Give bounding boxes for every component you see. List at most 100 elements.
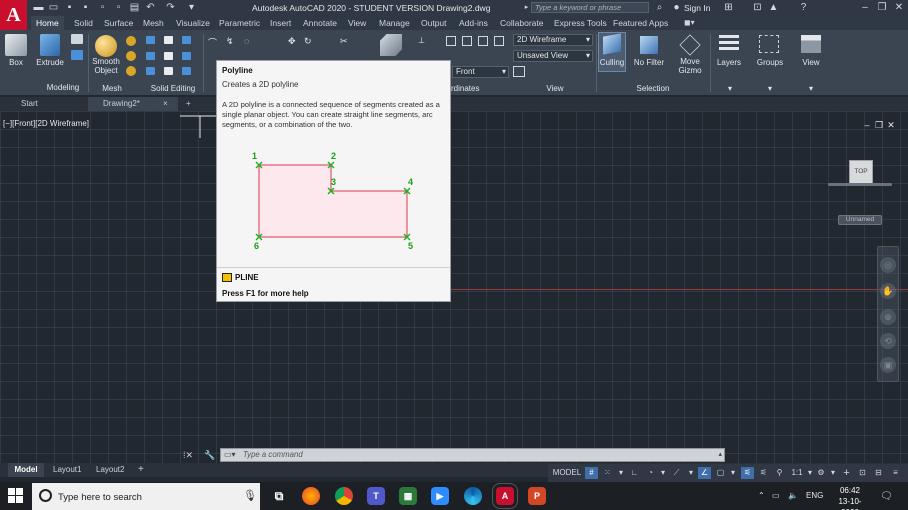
tab-insert[interactable]: Insert — [270, 16, 291, 30]
web-open-icon[interactable]: ▫ — [97, 2, 108, 13]
tab-manage[interactable]: Manage — [379, 16, 410, 30]
view-icon[interactable] — [801, 35, 821, 53]
sign-in-button[interactable]: Sign In — [684, 3, 710, 13]
ucs-icon[interactable]: ⊥ — [418, 36, 432, 46]
tab-layout1[interactable]: Layout1 — [53, 463, 81, 477]
add-layout-icon[interactable]: + — [138, 463, 144, 477]
groups-icon[interactable] — [759, 35, 779, 53]
powerpoint-icon[interactable]: P — [528, 487, 546, 505]
user-icon[interactable]: ● — [671, 2, 682, 13]
move-gizmo-label[interactable]: Move Gizmo — [672, 57, 708, 75]
plot-icon[interactable]: ▤ — [129, 2, 140, 13]
close-button[interactable]: ✕ — [892, 1, 906, 14]
annotation-monitor-icon[interactable]: + — [840, 467, 853, 479]
polar-tracking-icon[interactable]: ◔ — [644, 467, 657, 479]
windows-start-icon[interactable] — [8, 488, 24, 504]
command-history-icon[interactable]: ▭▾ — [224, 450, 236, 459]
tab-mesh[interactable]: Mesh — [143, 16, 164, 30]
show-hidden-icons-icon[interactable]: ⌃ — [758, 491, 765, 500]
taskbar-search-input[interactable]: Type here to search — [58, 492, 142, 503]
line-icon[interactable]: ⌒ — [208, 36, 222, 48]
layers-label[interactable]: Layers — [714, 58, 744, 67]
notification-center-icon[interactable]: 🗨 — [880, 491, 893, 502]
workspace-gear-icon[interactable]: ⚙ — [814, 467, 828, 479]
command-scroll-icon[interactable]: ▴ — [718, 450, 722, 458]
isodraft-dropdown-icon[interactable]: ▾ — [687, 467, 695, 479]
snap-icon[interactable]: ⁙ — [601, 467, 614, 479]
intersect-icon[interactable] — [182, 36, 191, 44]
panel-modeling[interactable]: Modeling — [34, 83, 92, 92]
edge-icon[interactable] — [464, 487, 482, 505]
presspull-icon[interactable] — [71, 50, 83, 60]
chrome-icon[interactable] — [335, 487, 353, 505]
viewport-minimize-icon[interactable]: – — [862, 120, 872, 130]
extrude-button-label[interactable]: Extrude — [34, 58, 66, 67]
tab-parametric[interactable]: Parametric — [219, 16, 260, 30]
mesh-refine-icon[interactable] — [126, 66, 136, 76]
ortho-icon[interactable]: ∟ — [628, 467, 641, 479]
command-input[interactable]: Type a command — [243, 449, 713, 461]
visual-style-dropdown[interactable]: 2D Wireframe ▾ — [513, 34, 593, 46]
auto-scale-icon[interactable]: ⚟ — [757, 467, 770, 479]
quick-properties-icon[interactable]: ⊟ — [872, 467, 885, 479]
tab-add-ins[interactable]: Add-ins — [459, 16, 488, 30]
tab-solid[interactable]: Solid — [74, 16, 93, 30]
command-line-grip-icon[interactable]: ⁞✕ — [183, 449, 193, 461]
viewcube[interactable]: TOP — [849, 160, 873, 184]
customization-menu-icon[interactable]: ≡ — [889, 467, 902, 479]
shell-icon[interactable] — [182, 67, 191, 75]
thicken-icon[interactable] — [182, 52, 191, 60]
teams-icon[interactable]: T — [367, 487, 385, 505]
customize-quick-access-icon[interactable]: ▾ — [186, 2, 197, 13]
volume-icon[interactable]: 🔈 — [788, 491, 798, 500]
slice-icon[interactable] — [164, 52, 173, 60]
circle-icon[interactable]: ◌ — [244, 36, 258, 46]
new-file-icon[interactable]: ▬ — [33, 2, 44, 13]
new-tab-icon[interactable]: + — [186, 97, 191, 111]
panel-mesh[interactable]: Mesh — [96, 83, 128, 94]
command-line[interactable]: ▭▾ Type a command ▴ — [220, 448, 725, 462]
excel-like-icon[interactable]: ▦ — [399, 487, 417, 505]
mesh-smooth-more-icon[interactable] — [126, 36, 136, 46]
ucs-world-icon[interactable] — [446, 36, 456, 46]
box-button-label[interactable]: Box — [2, 58, 30, 67]
union-icon[interactable] — [146, 36, 155, 44]
tab-surface[interactable]: Surface — [104, 16, 133, 30]
mesh-smooth-less-icon[interactable] — [126, 51, 136, 61]
ucs-menu-badge[interactable]: Unnamed — [838, 215, 882, 225]
panel-view[interactable]: View — [540, 83, 570, 94]
taskbar-search-box[interactable]: Type here to search 🎙 — [32, 483, 260, 510]
cart-icon[interactable]: ⊡ — [752, 2, 763, 13]
ribbon-minimize-icon[interactable]: ◼▾ — [684, 16, 695, 30]
tab-layout2[interactable]: Layout2 — [96, 463, 124, 477]
undo-icon[interactable]: ↶ — [145, 2, 156, 13]
viewport-close-icon[interactable]: ✕ — [886, 120, 896, 130]
object-snap-icon[interactable]: ▢ — [714, 467, 727, 479]
smooth-object-icon[interactable] — [95, 35, 117, 57]
steering-wheel-icon[interactable]: ◎ — [880, 257, 896, 273]
autocad-taskbar-icon[interactable]: A — [492, 483, 518, 509]
units-icon[interactable]: ⊡ — [856, 467, 869, 479]
groups-expand-icon[interactable]: ▾ — [765, 83, 775, 94]
web-save-icon[interactable]: ▫ — [113, 2, 124, 13]
pan-icon[interactable]: ✋ — [880, 283, 896, 299]
tab-view[interactable]: View — [348, 16, 366, 30]
minimize-button[interactable]: – — [858, 1, 872, 14]
save-as-icon[interactable]: ▪ — [80, 2, 91, 13]
no-filter-label[interactable]: No Filter — [630, 58, 668, 67]
polysolid-icon[interactable] — [71, 34, 83, 44]
box-icon[interactable] — [5, 34, 27, 56]
help-search-input[interactable]: Type a keyword or phrase — [531, 2, 649, 13]
tab-express-tools[interactable]: Express Tools — [554, 16, 607, 30]
panel-coordinates[interactable]: rdinates — [451, 83, 491, 94]
drawing-canvas[interactable] — [0, 111, 908, 463]
snap-dropdown-icon[interactable]: ▾ — [617, 467, 625, 479]
microphone-icon[interactable]: 🎙 — [243, 489, 257, 502]
redo-icon[interactable]: ↷ — [165, 2, 176, 13]
panel-selection[interactable]: Selection — [630, 83, 676, 94]
tab-home[interactable]: Home — [31, 16, 64, 30]
layers-expand-icon[interactable]: ▾ — [725, 83, 735, 94]
zoom-icon[interactable]: ▶ — [431, 487, 449, 505]
orbit-icon[interactable]: ⟲ — [880, 333, 896, 349]
viewcube-compass-ring[interactable] — [828, 183, 892, 186]
